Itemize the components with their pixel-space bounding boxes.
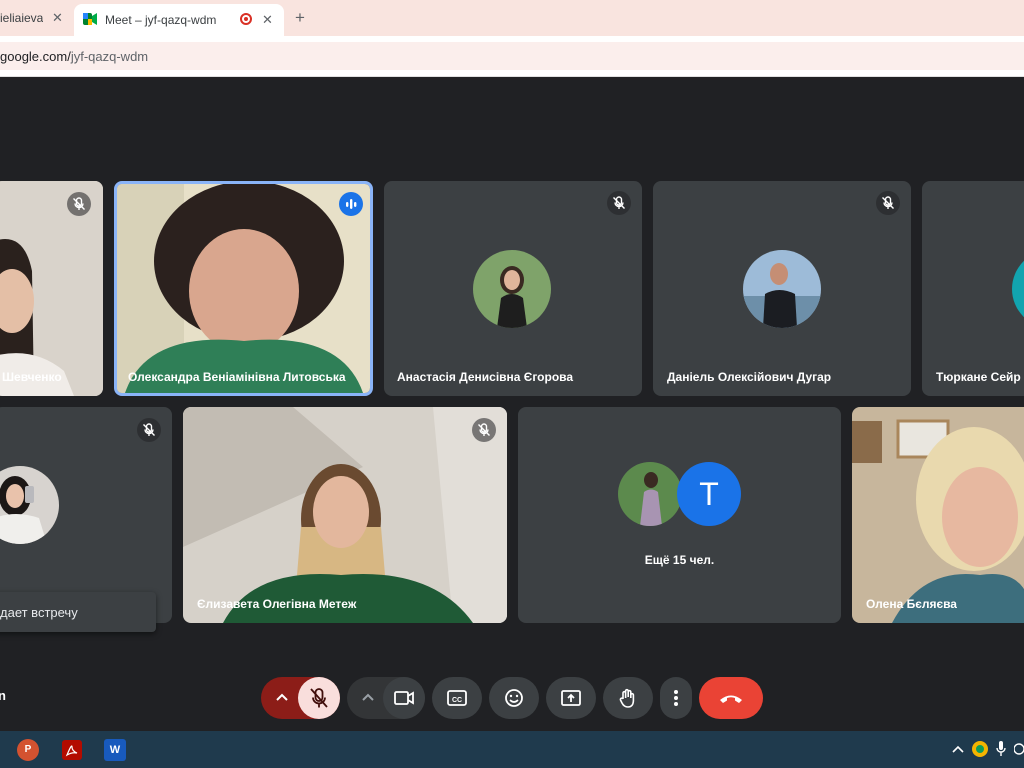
- captions-button[interactable]: CC: [432, 677, 482, 719]
- participant-name: Єлизавета Олегівна Метеж: [197, 597, 357, 611]
- svg-text:CC: CC: [452, 697, 462, 704]
- close-icon[interactable]: ✕: [262, 12, 273, 28]
- tab-previous-title: ieliaieva: [0, 11, 44, 25]
- call-end-icon: [720, 695, 742, 703]
- mic-off-icon: [310, 688, 328, 708]
- avatar: [743, 250, 821, 328]
- leave-call-button[interactable]: [699, 677, 763, 719]
- present-to-all-icon: [561, 690, 581, 706]
- mic-off-icon: [137, 418, 161, 442]
- chevron-up-icon: [362, 693, 374, 701]
- more-options-button[interactable]: [660, 677, 692, 719]
- hand-icon: [619, 688, 635, 708]
- avatar: [0, 466, 59, 544]
- avatar: [473, 250, 551, 328]
- participant-name: Олександра Веніамінівна Литовська: [128, 370, 346, 384]
- participant-video: [117, 184, 370, 393]
- url-host: google.com/: [0, 49, 71, 64]
- speaking-indicator-icon: [339, 192, 363, 216]
- url-text: google.com/jyf-qazq-wdm: [0, 49, 148, 64]
- participant-video: [852, 407, 1024, 623]
- close-icon[interactable]: ✕: [52, 10, 63, 26]
- emoji-icon: [505, 689, 523, 707]
- new-tab-button[interactable]: +: [290, 8, 310, 28]
- raise-hand-button[interactable]: [603, 677, 653, 719]
- bottom-left-text: n: [0, 688, 6, 703]
- microphone-toggle-button[interactable]: [298, 677, 340, 719]
- closed-captions-icon: CC: [447, 690, 467, 706]
- omnibox[interactable]: google.com/jyf-qazq-wdm: [0, 42, 1024, 70]
- participant-tile[interactable]: Шевченко: [0, 181, 103, 396]
- address-bar: google.com/jyf-qazq-wdm: [0, 36, 1024, 77]
- tab-previous[interactable]: ieliaieva ✕: [0, 0, 72, 36]
- status-icon[interactable]: [972, 741, 988, 757]
- microphone-tray-icon[interactable]: [996, 741, 1006, 757]
- avatar: [618, 462, 682, 526]
- chevron-up-icon: [952, 745, 964, 753]
- word-icon[interactable]: W: [104, 739, 126, 761]
- camera-options-button[interactable]: [353, 677, 383, 719]
- notification-toast: дает встречу: [0, 592, 156, 632]
- videocam-icon: [394, 691, 414, 705]
- meet-logo-icon: [83, 13, 97, 25]
- browser-tab-bar: ieliaieva ✕ Meet – jyf-qazq-wdm ✕ +: [0, 0, 1024, 36]
- notification-text: дает встречу: [0, 605, 78, 620]
- mic-off-icon: [472, 418, 496, 442]
- tab-meet[interactable]: Meet – jyf-qazq-wdm ✕: [74, 4, 284, 36]
- participant-name: Анастасія Денисівна Єгорова: [397, 370, 574, 384]
- participant-tile[interactable]: Олена Бєляєва: [852, 407, 1024, 623]
- participant-tile[interactable]: Єлизавета Олегівна Метеж: [183, 407, 507, 623]
- participant-tile[interactable]: Тюркане Сейр: [922, 181, 1024, 396]
- mic-control-group: [261, 677, 340, 719]
- chevron-up-icon: [276, 693, 288, 701]
- others-count: Ещё 15 чел.: [644, 553, 715, 567]
- avatar: [1012, 250, 1024, 328]
- participant-video: [183, 407, 507, 623]
- participant-tile[interactable]: [0, 407, 172, 623]
- recording-icon: [240, 13, 252, 25]
- show-hidden-icons-button[interactable]: [950, 741, 966, 757]
- participant-tile[interactable]: Анастасія Денисівна Єгорова: [384, 181, 642, 396]
- mic-options-button[interactable]: [267, 677, 297, 719]
- mic-off-icon: [607, 191, 631, 215]
- participant-tile[interactable]: Даніель Олексійович Дугар: [653, 181, 911, 396]
- participant-name: Тюркане Сейр: [936, 370, 1021, 384]
- url-path: jyf-qazq-wdm: [70, 49, 149, 64]
- pdf-reader-icon[interactable]: [61, 739, 83, 761]
- avatar-letter: T: [677, 462, 741, 526]
- more-vert-icon: [674, 690, 678, 706]
- participant-tile-speaking[interactable]: Олександра Веніамінівна Литовська: [114, 181, 373, 396]
- others-tile[interactable]: T Ещё 15 чел.: [518, 407, 841, 623]
- participant-name: Даніель Олексійович Дугар: [667, 370, 832, 384]
- camera-toggle-button[interactable]: [383, 677, 425, 719]
- tab-meet-title: Meet – jyf-qazq-wdm: [105, 13, 217, 27]
- mic-off-icon: [67, 192, 91, 216]
- camera-control-group: [347, 677, 425, 719]
- participant-name: Олена Бєляєва: [866, 597, 957, 611]
- reactions-button[interactable]: [489, 677, 539, 719]
- participant-name: Шевченко: [2, 370, 62, 384]
- present-screen-button[interactable]: [546, 677, 596, 719]
- powerpoint-icon[interactable]: P: [17, 739, 39, 761]
- network-icon[interactable]: [1013, 741, 1024, 757]
- mic-off-icon: [876, 191, 900, 215]
- taskbar: P W: [0, 731, 1024, 768]
